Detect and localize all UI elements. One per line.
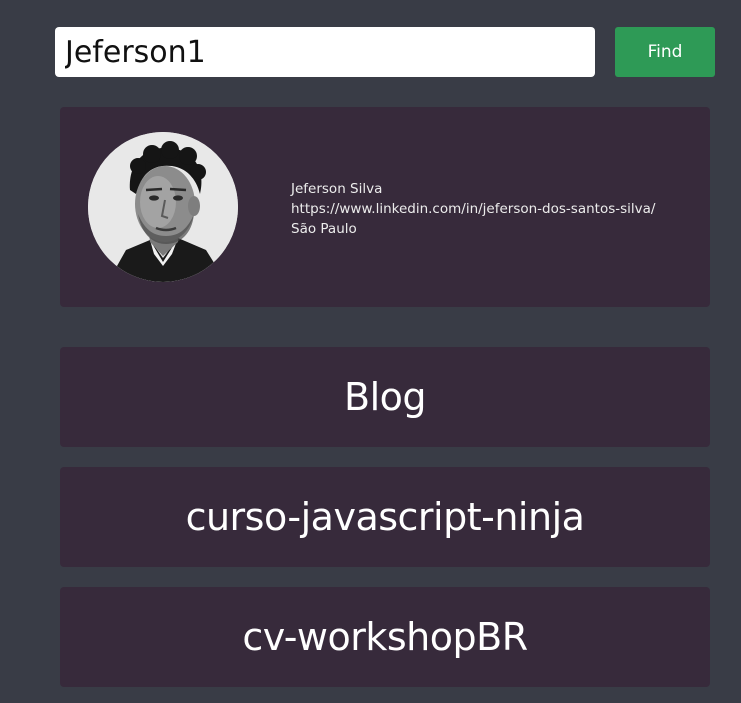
user-photo-icon <box>88 132 238 282</box>
profile-card: Jeferson Silva https://www.linkedin.com/… <box>60 107 710 307</box>
app-root: Find <box>0 0 741 703</box>
profile-url: https://www.linkedin.com/in/jeferson-dos… <box>291 201 656 217</box>
repo-item-cv-workshopbr[interactable]: cv-workshopBR <box>60 587 710 687</box>
search-bar: Find <box>55 27 715 77</box>
repo-name: Blog <box>344 375 427 419</box>
profile-location: São Paulo <box>291 221 357 237</box>
repo-item-blog[interactable]: Blog <box>60 347 710 447</box>
profile-info: Jeferson Silva https://www.linkedin.com/… <box>291 179 655 239</box>
repo-item-curso-javascript-ninja[interactable]: curso-javascript-ninja <box>60 467 710 567</box>
avatar <box>88 132 238 282</box>
repo-list: Blog curso-javascript-ninja cv-workshopB… <box>60 347 710 703</box>
find-button[interactable]: Find <box>615 27 715 77</box>
profile-name: Jeferson Silva <box>291 181 383 197</box>
repo-name: cv-workshopBR <box>242 615 528 659</box>
username-search-input[interactable] <box>55 27 595 77</box>
repo-name: curso-javascript-ninja <box>185 495 585 539</box>
